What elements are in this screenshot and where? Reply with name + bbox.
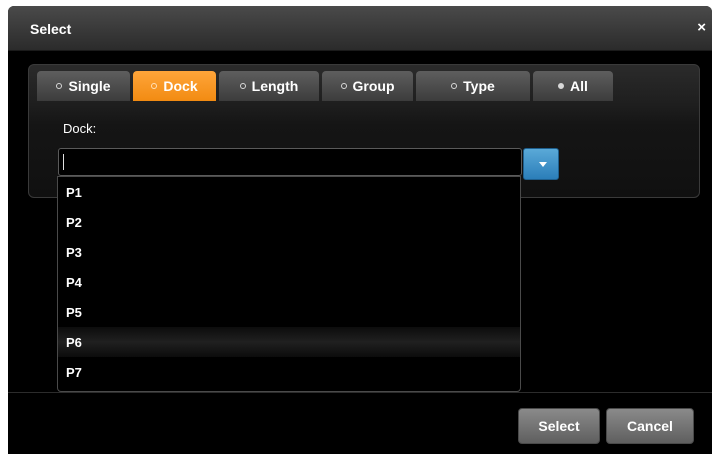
tab-all[interactable]: All [533, 71, 613, 101]
radio-dot-icon [239, 83, 246, 89]
tab-label: Length [251, 78, 299, 94]
list-item[interactable]: P2 [58, 207, 520, 237]
chevron-down-icon [539, 162, 547, 167]
tab-bar: Single Dock Length Group Type All [37, 71, 616, 101]
list-item[interactable]: P6 [58, 327, 520, 357]
tab-label: Dock [163, 78, 198, 94]
tab-label: Type [463, 78, 495, 94]
list-item[interactable]: P3 [58, 237, 520, 267]
text-caret [63, 154, 64, 170]
radio-dot-icon [558, 83, 565, 89]
list-item[interactable]: P5 [58, 297, 520, 327]
tab-label: Single [68, 78, 111, 94]
radio-dot-icon [340, 83, 347, 89]
tab-label: All [570, 78, 588, 94]
tab-group[interactable]: Group [322, 71, 413, 101]
dropdown-toggle-button[interactable] [523, 148, 559, 180]
tab-type[interactable]: Type [416, 71, 530, 101]
tab-single[interactable]: Single [37, 71, 130, 101]
dialog-titlebar: Select × [8, 6, 712, 51]
dock-combobox-input[interactable] [58, 148, 522, 176]
tab-label: Group [352, 78, 395, 94]
tab-length[interactable]: Length [219, 71, 319, 101]
radio-dot-icon [451, 83, 458, 89]
select-dialog: Select × Single Dock Length Group Type A… [8, 6, 712, 454]
dialog-title: Select [30, 21, 72, 37]
close-icon[interactable]: × [697, 20, 706, 35]
cancel-button[interactable]: Cancel [606, 408, 694, 444]
select-button[interactable]: Select [518, 408, 600, 444]
dock-field-label: Dock: [63, 121, 97, 136]
list-item[interactable]: P1 [58, 177, 520, 207]
tab-dock[interactable]: Dock [133, 71, 216, 101]
list-item[interactable]: P4 [58, 267, 520, 297]
radio-dot-icon [151, 83, 158, 89]
dock-dropdown-list: P1 P2 P3 P4 P5 P6 P7 [57, 176, 521, 392]
radio-dot-icon [56, 83, 63, 89]
footer-divider [8, 392, 712, 393]
list-item[interactable]: P7 [58, 357, 520, 387]
